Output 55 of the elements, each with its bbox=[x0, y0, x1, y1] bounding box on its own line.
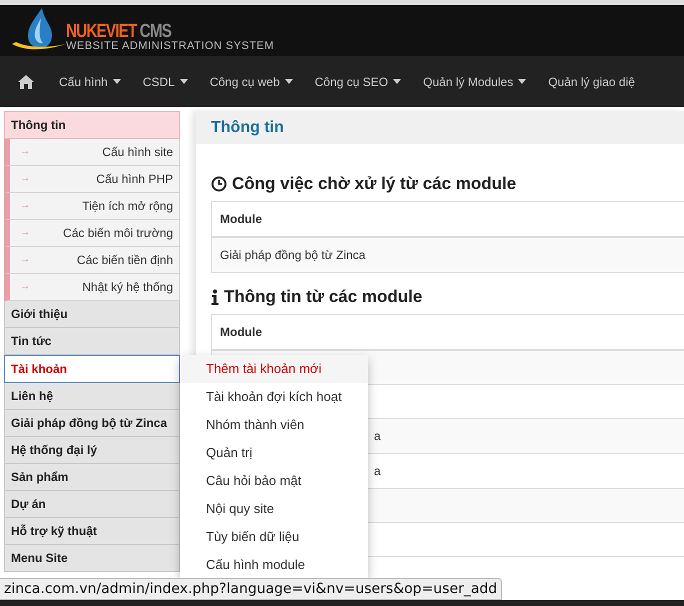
sidebar-item[interactable]: Hỗ trợ kỹ thuật bbox=[4, 518, 180, 545]
sidebar-item[interactable]: Giải pháp đồng bộ từ Zinca bbox=[4, 410, 180, 437]
sidebar-subitem[interactable]: → Các biến môi trường bbox=[4, 220, 180, 247]
arrow-icon: → bbox=[20, 253, 30, 267]
status-url: zinca.com.vn/admin/index.php?language=vi&nv=users&op=user_add bbox=[0, 578, 502, 600]
sidebar-item[interactable]: Hệ thống đại lý bbox=[4, 437, 180, 464]
table-cell-text: a bbox=[374, 464, 381, 478]
sidebar-item[interactable]: Sản phẩm bbox=[4, 464, 180, 491]
nav-menu-item[interactable]: Công cụ web bbox=[198, 74, 304, 88]
dropdown-item[interactable]: Tài khoản đợi kích hoạt bbox=[180, 383, 368, 411]
sidebar-item[interactable]: Giới thiệu bbox=[4, 301, 180, 328]
sidebar-subitem[interactable]: → Tiện ích mở rộng bbox=[4, 193, 180, 220]
sidebar-item[interactable]: Tin tức bbox=[4, 328, 180, 355]
caret-icon bbox=[180, 79, 188, 84]
product-name: CMS bbox=[140, 20, 172, 42]
dropdown-item[interactable]: Thêm tài khoản mới bbox=[180, 355, 368, 383]
sidebar-item[interactable]: Liên hệ bbox=[4, 383, 180, 410]
dropdown-item[interactable]: Nội quy site bbox=[180, 495, 368, 523]
arrow-icon: → bbox=[20, 280, 30, 294]
sidebar-subitem[interactable]: → Cấu hình site bbox=[4, 139, 180, 166]
sidebar-subitem[interactable]: → Cấu hình PHP bbox=[4, 166, 180, 193]
home-icon[interactable] bbox=[18, 74, 34, 88]
logo-tagline: WEBSITE ADMINISTRATION SYSTEM bbox=[66, 40, 274, 52]
dropdown-item[interactable]: Tùy biến dữ liệu bbox=[180, 523, 368, 551]
sidebar-item[interactable]: Menu Site bbox=[4, 545, 180, 572]
sidebar-item[interactable]: Dự án bbox=[4, 491, 180, 518]
arrow-icon: → bbox=[20, 172, 30, 186]
arrow-icon: → bbox=[20, 199, 30, 213]
info-icon bbox=[211, 289, 219, 305]
sidebar-subitem[interactable]: → Nhật ký hệ thống bbox=[4, 274, 180, 301]
caret-icon bbox=[112, 79, 121, 84]
dropdown-item[interactable]: Quản trị bbox=[180, 439, 368, 467]
sidebar-subitem[interactable]: → Các biến tiền định bbox=[4, 247, 180, 274]
arrow-icon: → bbox=[20, 145, 30, 159]
page-title: Thông tin bbox=[211, 118, 284, 136]
nav-menu-item[interactable]: Công cụ SEO bbox=[304, 74, 412, 88]
caret-icon bbox=[518, 79, 526, 84]
caret-icon bbox=[284, 79, 293, 84]
table-cell-text: a bbox=[374, 429, 381, 443]
section-heading: Thông tin từ các module bbox=[224, 287, 422, 307]
table-cell: Giải pháp đồng bộ từ Zinca bbox=[212, 237, 684, 272]
sidebar-item[interactable]: Thông tin bbox=[4, 111, 180, 139]
nav-menu-item[interactable]: CSDL bbox=[132, 74, 199, 88]
dropdown-item[interactable]: Cấu hình module bbox=[180, 551, 368, 579]
sidebar-item[interactable]: Tài khoản bbox=[4, 355, 180, 383]
section-heading: Công việc chờ xử lý từ các module bbox=[232, 174, 516, 194]
nav-menu-item[interactable]: Cấu hình bbox=[48, 74, 132, 88]
clock-icon bbox=[211, 176, 227, 192]
dropdown-item[interactable]: Câu hỏi bảo mật bbox=[180, 467, 368, 495]
nav-menu-item[interactable]: Quản lý Modules bbox=[412, 74, 538, 88]
nav-menu-item[interactable]: Quản lý giao diệ bbox=[537, 74, 646, 88]
dropdown-item[interactable]: Nhóm thành viên bbox=[180, 411, 368, 439]
brand-name: NUKEVIET bbox=[66, 20, 136, 42]
arrow-icon: → bbox=[20, 226, 30, 240]
caret-icon bbox=[393, 79, 402, 84]
